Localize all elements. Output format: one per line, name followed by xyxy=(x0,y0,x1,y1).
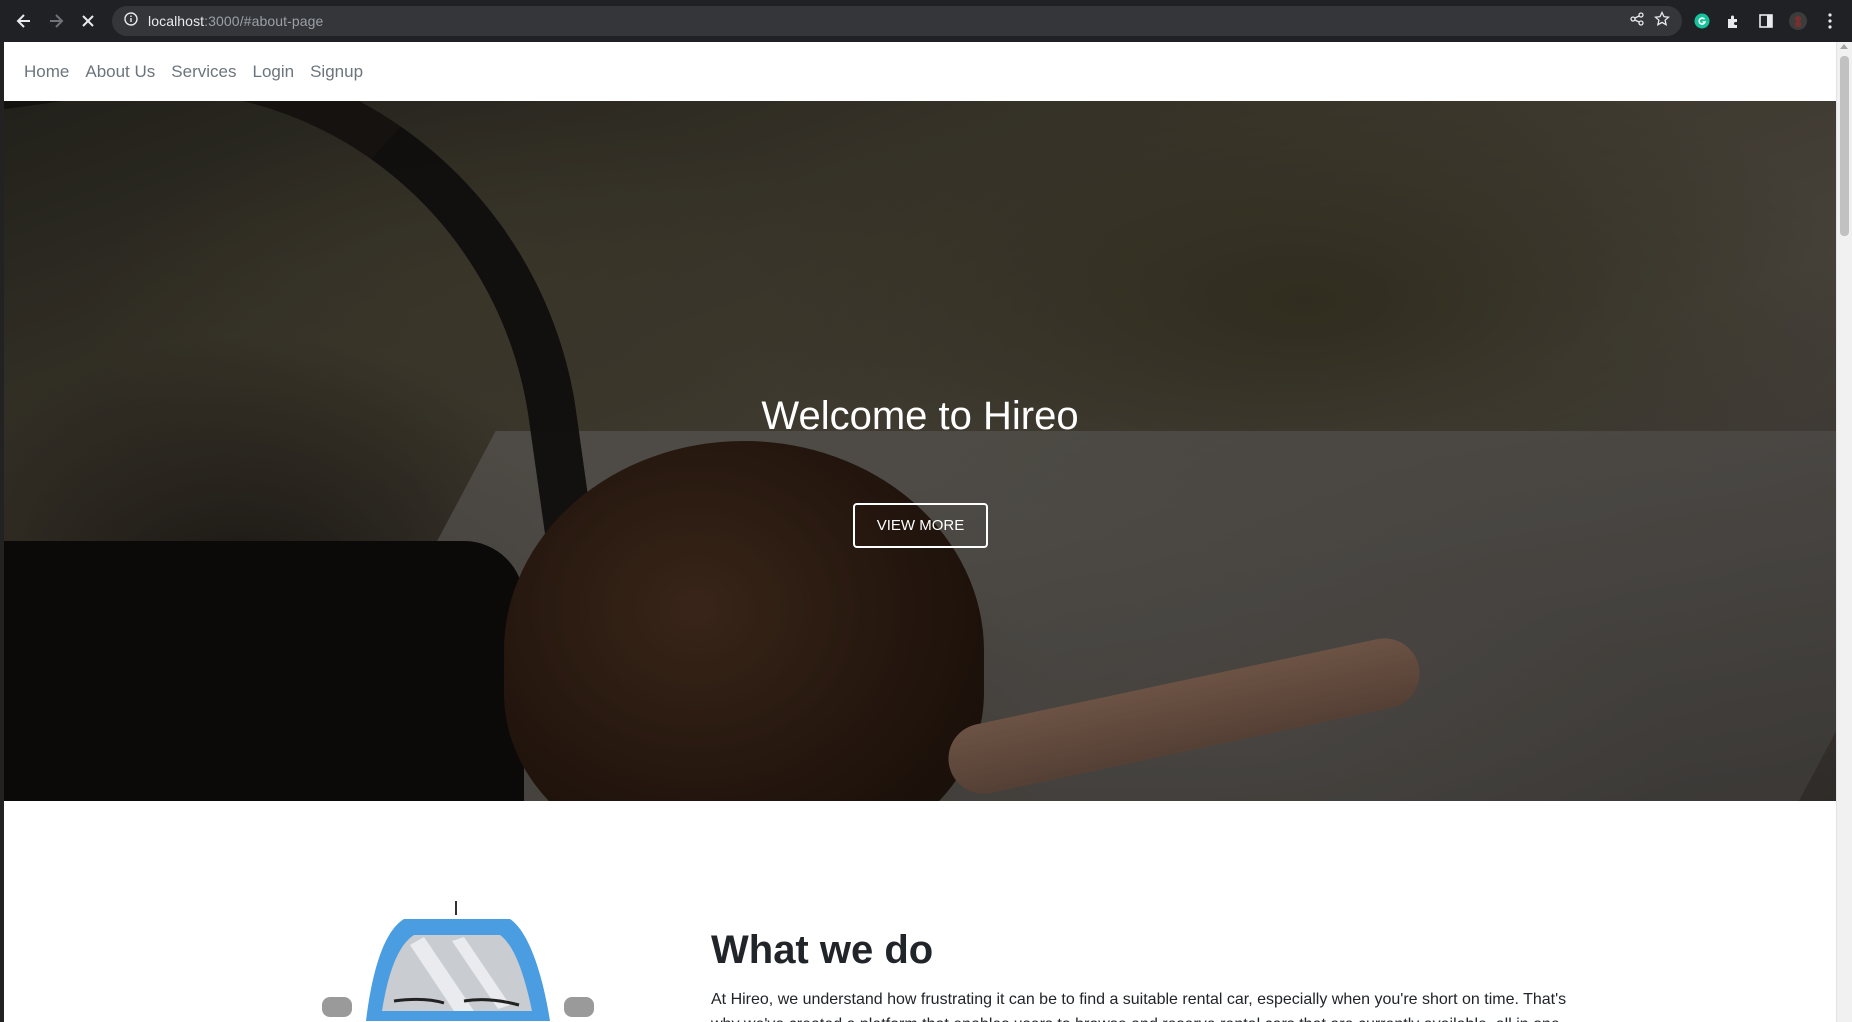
about-section: What we do At Hireo, we understand how f… xyxy=(4,801,1836,1022)
scroll-up-arrow-icon[interactable] xyxy=(1840,44,1848,49)
forward-icon[interactable] xyxy=(40,5,72,37)
share-icon[interactable] xyxy=(1630,11,1644,31)
site-navbar: Home About Us Services Login Signup xyxy=(4,42,1836,101)
grammarly-extension-icon[interactable] xyxy=(1688,7,1716,35)
profile-avatar-icon[interactable] xyxy=(1784,7,1812,35)
hero-banner: Welcome to Hireo VIEW MORE xyxy=(4,101,1836,801)
browser-toolbar: localhost:3000/#about-page xyxy=(0,0,1852,42)
hero-title: Welcome to Hireo xyxy=(761,394,1079,438)
nav-login-link[interactable]: Login xyxy=(252,62,294,82)
scrollbar-thumb[interactable] xyxy=(1840,56,1849,236)
url-host: localhost xyxy=(148,13,205,29)
stop-loading-icon[interactable] xyxy=(72,5,104,37)
about-heading: What we do xyxy=(711,928,934,972)
address-bar[interactable]: localhost:3000/#about-page xyxy=(112,6,1682,36)
extensions-puzzle-icon[interactable] xyxy=(1720,7,1748,35)
nav-signup-link[interactable]: Signup xyxy=(310,62,363,82)
page-scrollbar[interactable] xyxy=(1836,42,1852,1022)
browser-menu-icon[interactable] xyxy=(1816,7,1844,35)
nav-home-link[interactable]: Home xyxy=(24,62,69,82)
car-illustration xyxy=(322,901,594,1021)
bookmark-star-icon[interactable] xyxy=(1653,10,1671,32)
view-more-button[interactable]: VIEW MORE xyxy=(853,503,988,548)
url-text: localhost:3000/#about-page xyxy=(148,13,323,29)
nav-services-link[interactable]: Services xyxy=(171,62,236,82)
back-icon[interactable] xyxy=(8,5,40,37)
url-path: :3000/#about-page xyxy=(204,13,324,29)
page-viewport: Home About Us Services Login Signup Welc… xyxy=(0,42,1852,1022)
about-body-text: At Hireo, we understand how frustrating … xyxy=(711,991,1567,1022)
nav-about-link[interactable]: About Us xyxy=(85,62,155,82)
hero-dark-overlay xyxy=(4,101,1836,801)
side-panel-icon[interactable] xyxy=(1752,7,1780,35)
site-info-icon[interactable] xyxy=(124,11,138,31)
